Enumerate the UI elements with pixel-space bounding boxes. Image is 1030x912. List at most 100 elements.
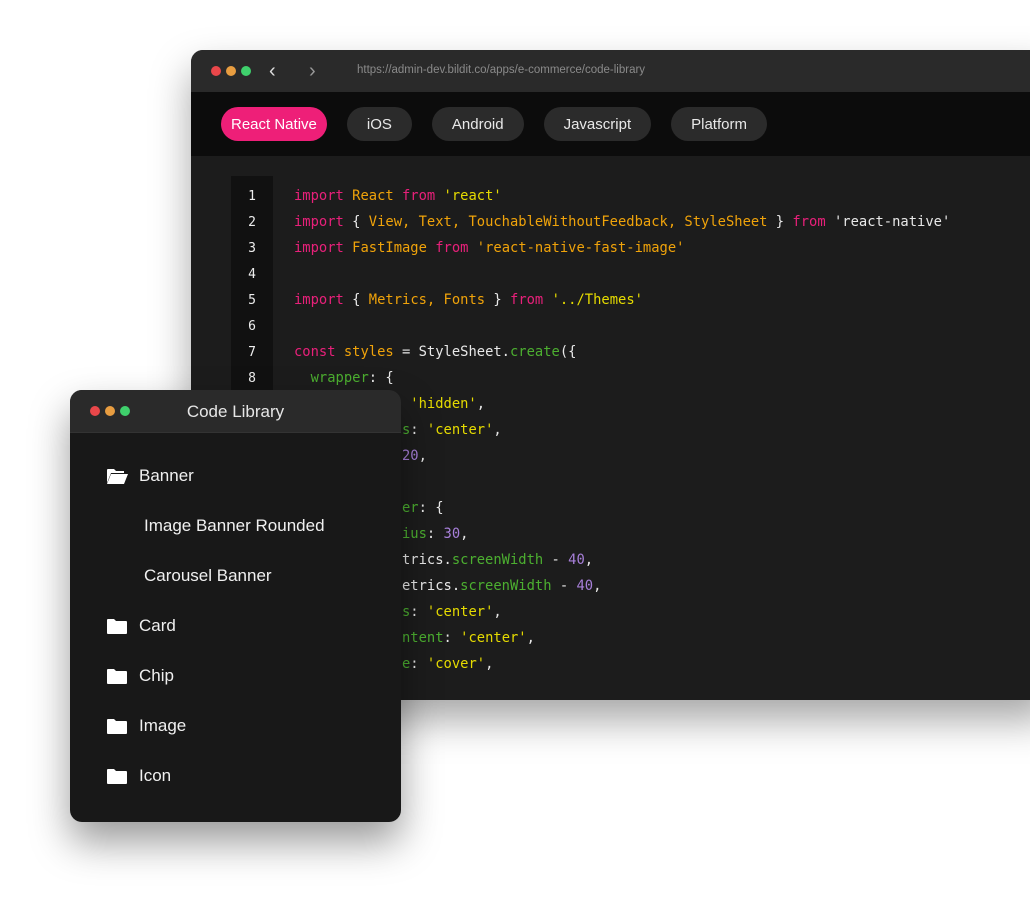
code-token: } xyxy=(775,214,793,230)
tab-android[interactable]: Android xyxy=(431,107,524,141)
code-token: - xyxy=(559,578,577,594)
line-number: 3 xyxy=(248,241,256,256)
code-token: 'react' xyxy=(443,188,502,204)
code-token: : xyxy=(410,656,427,672)
code-token: styles xyxy=(343,344,402,360)
code-token: : xyxy=(410,604,427,620)
library-item-label: Banner xyxy=(139,466,194,485)
library-item-label: Chip xyxy=(139,666,174,685)
code-token: const xyxy=(294,344,344,360)
code-token: Metrics, Fonts xyxy=(368,292,494,308)
tab-javascript[interactable]: Javascript xyxy=(543,107,652,141)
code-line: import { Metrics, Fonts } from '../Theme… xyxy=(294,292,643,308)
code-token: React xyxy=(352,188,402,204)
line-number: 1 xyxy=(248,189,256,204)
library-item-label: Icon xyxy=(139,766,172,785)
code-token: View, Text, TouchableWithoutFeedback, St… xyxy=(368,214,776,230)
line-number: 5 xyxy=(248,293,256,308)
folder-icon xyxy=(107,618,128,634)
line-number: 6 xyxy=(248,319,256,334)
folder-icon xyxy=(107,768,128,784)
code-token: 30 xyxy=(443,526,461,542)
browser-titlebar: ‹ › https://admin-dev.bildit.co/apps/e-c… xyxy=(191,50,1030,92)
back-icon[interactable]: ‹ xyxy=(269,60,276,83)
line-number: 2 xyxy=(248,215,256,230)
folder-icon xyxy=(107,668,128,684)
code-token: 'center' xyxy=(460,630,527,646)
code-token: : xyxy=(426,526,444,542)
code-token: 40 xyxy=(568,552,585,568)
code-token: 'cover' xyxy=(426,656,486,672)
close-button[interactable] xyxy=(211,66,221,76)
code-token: 'react-native-fast-image' xyxy=(476,240,685,256)
library-item-label: Image xyxy=(139,716,187,735)
code-token: , xyxy=(584,552,594,568)
code-token: import xyxy=(294,292,353,308)
code-token: import xyxy=(294,188,353,204)
code-token: from xyxy=(402,188,444,204)
library-item-icon[interactable]: Icon xyxy=(107,766,171,786)
code-token: import xyxy=(294,214,353,230)
library-item-label: Card xyxy=(139,616,176,635)
maximize-button[interactable] xyxy=(241,66,251,76)
code-token: , xyxy=(460,526,469,542)
code-token: create xyxy=(509,344,560,360)
code-token: = StyleSheet. xyxy=(402,344,510,360)
code-library-window: Code Library Banner Image Banner Rounded C… xyxy=(70,390,401,822)
code-token: import xyxy=(294,240,353,256)
code-token: 'react-native' xyxy=(833,214,951,230)
code-line: import { View, Text, TouchableWithoutFee… xyxy=(294,214,950,230)
code-token: FastImage xyxy=(352,240,436,256)
code-token: { xyxy=(352,292,369,308)
library-item-label: Carousel Banner xyxy=(144,566,272,585)
library-item-carousel-banner[interactable]: Carousel Banner xyxy=(144,566,272,586)
code-token: : { xyxy=(418,500,444,516)
code-token: '../Themes' xyxy=(551,292,643,308)
library-item-card[interactable]: Card xyxy=(107,616,176,636)
window-title: Code Library xyxy=(186,402,285,421)
library-item-image-banner-rounded[interactable]: Image Banner Rounded xyxy=(144,516,325,536)
tab-platform[interactable]: Platform xyxy=(671,107,767,141)
code-token: , xyxy=(493,604,502,620)
folder-icon xyxy=(107,718,128,734)
code-token: : xyxy=(443,630,461,646)
code-line: wrapper: { xyxy=(294,370,394,386)
code-token: , xyxy=(593,578,602,594)
forward-icon[interactable]: › xyxy=(309,60,316,83)
code-line: import React from 'react' xyxy=(294,188,502,204)
code-token: : xyxy=(410,422,427,438)
library-item-chip[interactable]: Chip xyxy=(107,666,174,686)
code-token: : { xyxy=(368,370,394,386)
code-token: 'center' xyxy=(426,422,494,438)
language-tabs: React Native iOS Android Javascript Platform xyxy=(191,92,1030,156)
code-token: - xyxy=(551,552,569,568)
minimize-button[interactable] xyxy=(226,66,236,76)
code-token: , xyxy=(485,656,494,672)
code-token: from xyxy=(510,292,552,308)
code-line: const styles = StyleSheet.create({ xyxy=(294,344,576,360)
code-token: from xyxy=(792,214,834,230)
code-token: from xyxy=(435,240,477,256)
line-number: 4 xyxy=(248,267,256,282)
code-token: screenWidth xyxy=(460,578,560,594)
line-number: 8 xyxy=(248,371,256,386)
url-bar[interactable]: https://admin-dev.bildit.co/apps/e-comme… xyxy=(357,64,645,76)
folder-open-icon xyxy=(107,468,128,484)
tab-react-native[interactable]: React Native xyxy=(221,107,327,141)
library-item-banner[interactable]: Banner xyxy=(107,466,194,486)
code-token: 'center' xyxy=(426,604,494,620)
code-token: 40 xyxy=(576,578,594,594)
code-library-titlebar: Code Library xyxy=(70,390,401,433)
window-controls xyxy=(211,66,251,76)
code-token: , xyxy=(526,630,535,646)
code-token: screenWidth xyxy=(451,552,552,568)
code-token: , xyxy=(493,422,502,438)
code-token: ({ xyxy=(559,344,577,360)
line-number: 7 xyxy=(248,345,256,360)
code-token: , xyxy=(418,448,427,464)
code-token: } xyxy=(493,292,511,308)
code-token: { xyxy=(352,214,369,230)
tab-ios[interactable]: iOS xyxy=(346,107,412,141)
library-item-image[interactable]: Image xyxy=(107,716,186,736)
library-item-label: Image Banner Rounded xyxy=(144,516,325,535)
